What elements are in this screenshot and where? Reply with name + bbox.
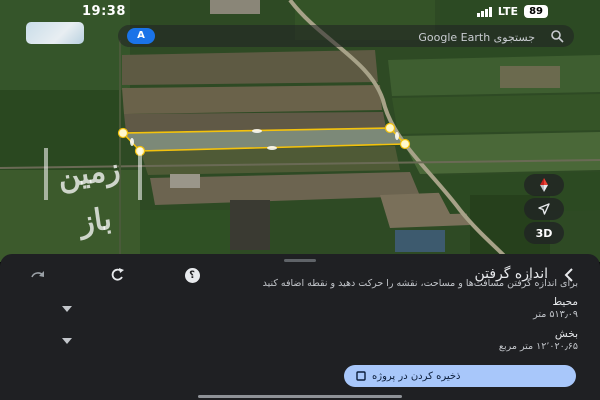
search-icon[interactable] xyxy=(550,29,564,43)
save-button-label: ذخیره کردن در پروژه xyxy=(372,370,461,382)
status-time: 19:38 xyxy=(82,4,126,19)
instruction-text: برای اندازه گرفتن مسافت‌ها و مساحت، نقشه… xyxy=(262,278,578,289)
compass-icon xyxy=(540,178,548,192)
area-label: بخش xyxy=(554,328,578,340)
account-avatar-button[interactable]: A xyxy=(127,28,155,44)
compass-button[interactable] xyxy=(524,174,564,196)
signal-strength-icon xyxy=(476,6,492,17)
my-location-button[interactable] xyxy=(524,198,564,220)
area-row[interactable]: بخش ۱۲٬۰۲۰٫۶۵ متر مربع xyxy=(0,328,600,368)
area-value: ۱۲٬۰۲۰٫۶۵ متر مربع xyxy=(498,341,578,352)
location-arrow-icon xyxy=(538,203,550,215)
measure-panel: ؟ اندازه گرفتن برای اندازه گرفتن مسافت‌ه… xyxy=(0,254,600,400)
home-indicator[interactable] xyxy=(198,395,402,398)
network-type: LTE xyxy=(497,5,519,18)
google-earth-measure-screen: 19:38 LTE 89 A زمین باز xyxy=(0,0,600,400)
status-bar: 19:38 LTE 89 xyxy=(0,0,600,24)
search-input[interactable] xyxy=(268,25,537,49)
perimeter-value: ۵۱۳٫۰۹ متر xyxy=(533,309,578,320)
save-to-project-button[interactable]: ذخیره کردن در پروژه xyxy=(344,365,576,387)
layer-thumbnail[interactable] xyxy=(26,22,84,44)
chevron-down-icon[interactable] xyxy=(62,337,72,345)
toggle-3d-button[interactable]: 3D xyxy=(524,222,564,244)
chevron-down-icon[interactable] xyxy=(62,305,72,313)
save-icon xyxy=(356,371,366,381)
search-bar[interactable]: A xyxy=(118,25,574,49)
satellite-map[interactable]: 19:38 LTE 89 A زمین باز xyxy=(0,0,600,262)
battery-icon: 89 xyxy=(524,5,548,18)
perimeter-label: محیط xyxy=(552,296,578,308)
status-indicators: LTE 89 xyxy=(476,5,548,18)
